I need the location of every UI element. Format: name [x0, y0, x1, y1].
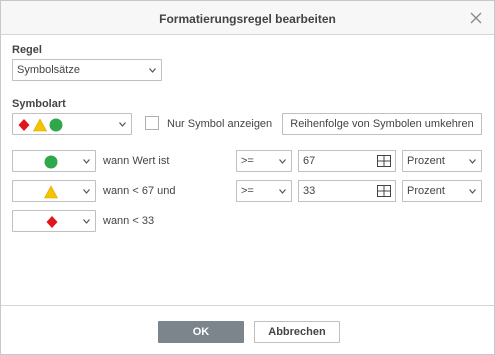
reverse-icon-order-button[interactable]: Reihenfolge von Symbolen umkehren [282, 113, 482, 135]
rule-label: Regel [12, 44, 42, 56]
chevron-down-icon [83, 189, 90, 194]
chevron-down-icon [279, 189, 286, 194]
operator-select-1[interactable]: >= [236, 150, 292, 172]
yellow-triangle-icon [43, 185, 59, 199]
chevron-down-icon [119, 122, 126, 127]
dialog-titlebar: Formatierungsregel bearbeiten [1, 1, 494, 35]
operator-value-1: >= [241, 155, 254, 167]
rule-select[interactable]: Symbolsätze [12, 59, 162, 81]
red-diamond-icon [46, 216, 58, 228]
condition-text-1: wann Wert ist [103, 155, 170, 167]
operator-select-2[interactable]: >= [236, 180, 292, 202]
operator-value-2: >= [241, 185, 254, 197]
green-circle-icon [49, 118, 63, 132]
chevron-down-icon [83, 219, 90, 224]
value-input-1[interactable]: 67 [298, 150, 396, 172]
rule-select-value: Symbolsätze [17, 64, 80, 76]
chevron-down-icon [149, 68, 156, 73]
close-icon[interactable] [468, 10, 484, 26]
type-value-1: Prozent [407, 155, 445, 167]
cancel-button[interactable]: Abbrechen [254, 321, 340, 343]
chevron-down-icon [83, 159, 90, 164]
ok-button[interactable]: OK [158, 321, 244, 343]
icon-set-preview [18, 118, 63, 132]
show-icon-only-label: Nur Symbol anzeigen [167, 118, 273, 130]
icon-style-label: Symbolart [12, 98, 66, 110]
red-diamond-icon [18, 119, 30, 131]
icon-style-select[interactable] [12, 113, 132, 135]
chevron-down-icon [469, 189, 476, 194]
yellow-triangle-icon [32, 118, 48, 132]
select-range-icon[interactable] [377, 185, 391, 197]
chevron-down-icon [279, 159, 286, 164]
value-input-2-text: 33 [303, 185, 316, 197]
condition-icon-select-1[interactable] [12, 150, 96, 172]
green-circle-icon [44, 155, 58, 169]
condition-icon-select-3[interactable] [12, 210, 96, 232]
value-input-2[interactable]: 33 [298, 180, 396, 202]
value-input-1-text: 67 [303, 155, 316, 167]
show-icon-only-checkbox[interactable] [145, 116, 159, 130]
dialog-footer: OK Abbrechen [1, 305, 494, 354]
select-range-icon[interactable] [377, 155, 391, 167]
type-value-2: Prozent [407, 185, 445, 197]
dialog-title: Formatierungsregel bearbeiten [159, 12, 336, 26]
type-select-1[interactable]: Prozent [402, 150, 482, 172]
condition-text-2: wann < 67 und [103, 185, 176, 197]
format-rule-dialog: Formatierungsregel bearbeiten Regel Symb… [0, 0, 495, 355]
condition-icon-select-2[interactable] [12, 180, 96, 202]
chevron-down-icon [469, 159, 476, 164]
type-select-2[interactable]: Prozent [402, 180, 482, 202]
condition-text-3: wann < 33 [103, 215, 155, 227]
